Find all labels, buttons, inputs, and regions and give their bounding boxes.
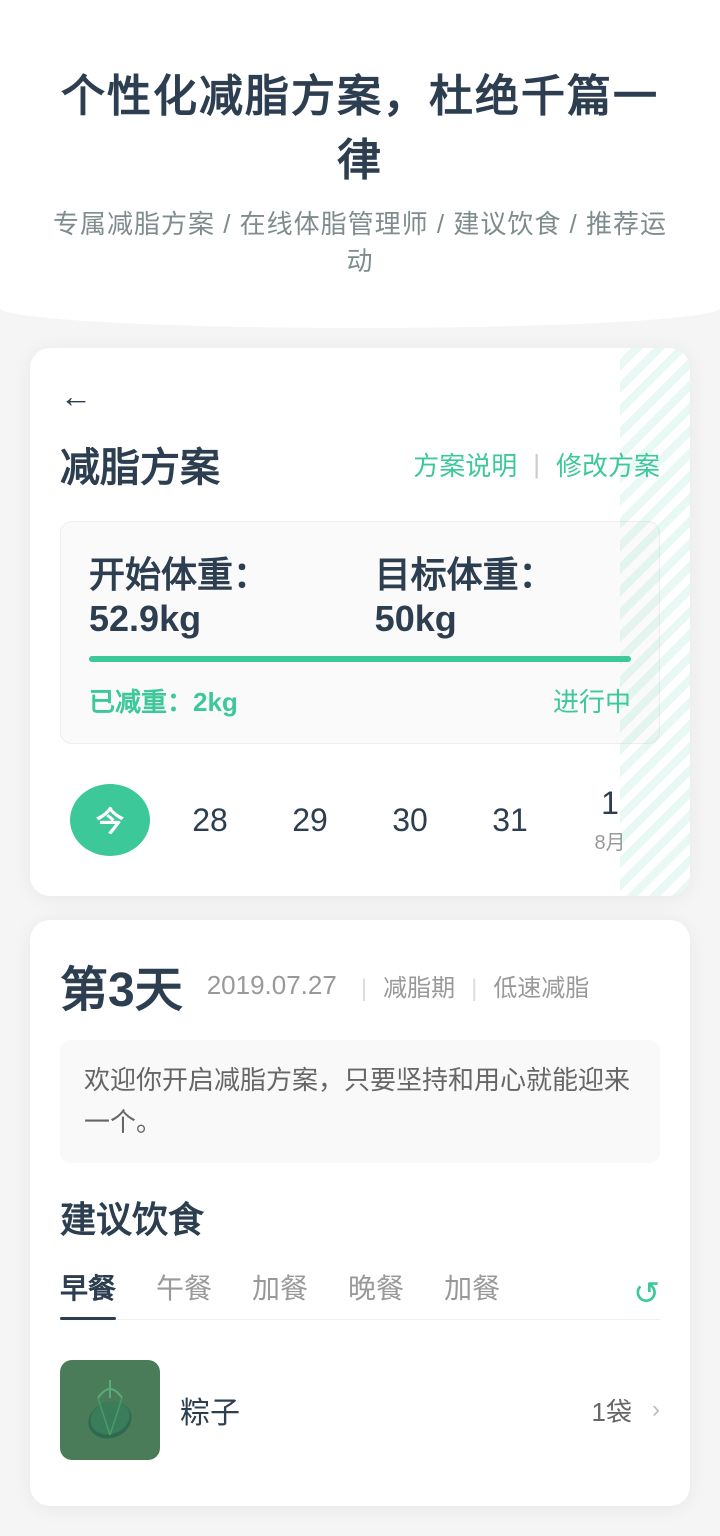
day-section: 第3天 2019.07.27 减脂期 低速减脂 欢迎你开启减脂方案，只要坚持和用… xyxy=(30,920,690,1506)
calendar-day-30[interactable]: 30 xyxy=(370,802,450,839)
start-weight: 开始体重：52.9kg xyxy=(89,546,375,640)
weight-info-box: 开始体重：52.9kg 目标体重：50kg 已减重：2kg 进行中 xyxy=(60,521,660,744)
calendar-day-28[interactable]: 28 xyxy=(170,802,250,839)
day-date: 2019.07.27 xyxy=(207,970,337,1001)
actions-divider: | xyxy=(533,449,540,480)
calendar-day-29[interactable]: 29 xyxy=(270,802,350,839)
tab-breakfast[interactable]: 早餐 xyxy=(60,1267,116,1319)
diet-section-title: 建议饮食 xyxy=(60,1191,660,1243)
tab-dinner[interactable]: 晚餐 xyxy=(348,1267,404,1319)
zongzi-icon xyxy=(70,1370,150,1450)
plan-card: ← 减脂方案 方案说明 | 修改方案 开始体重：52.9kg 目标体重：50kg xyxy=(30,348,690,896)
weight-lost: 已减重：2kg xyxy=(89,682,238,719)
food-name: 粽子 xyxy=(180,1388,572,1432)
card-header: 减脂方案 方案说明 | 修改方案 xyxy=(60,435,660,493)
progress-bar xyxy=(89,656,631,662)
page-header: 个性化减脂方案，杜绝千篇一律 专属减脂方案 / 在线体脂管理师 / 建议饮食 /… xyxy=(0,0,720,308)
day-tags: 减脂期 低速减脂 xyxy=(361,968,589,1003)
card-title: 减脂方案 xyxy=(60,435,220,493)
calendar-today[interactable]: 今 xyxy=(70,784,150,856)
tab-snack2[interactable]: 加餐 xyxy=(444,1267,500,1319)
page-title: 个性化减脂方案，杜绝千篇一律 xyxy=(40,60,680,188)
explain-button[interactable]: 方案说明 xyxy=(413,446,517,483)
day-header: 第3天 2019.07.27 减脂期 低速减脂 xyxy=(60,950,660,1020)
day-message: 欢迎你开启减脂方案，只要坚持和用心就能迎来一个。 xyxy=(60,1040,660,1163)
day-tag-period: 减脂期 xyxy=(361,968,455,1003)
calendar-day-31[interactable]: 31 xyxy=(470,802,550,839)
food-arrow-icon[interactable]: › xyxy=(652,1396,660,1424)
page-subtitle: 专属减脂方案 / 在线体脂管理师 / 建议饮食 / 推荐运动 xyxy=(40,204,680,278)
weight-row: 开始体重：52.9kg 目标体重：50kg xyxy=(89,546,631,640)
day-tag-speed: 低速减脂 xyxy=(471,968,589,1003)
food-qty: 1袋 xyxy=(592,1392,632,1429)
main-content: ← 减脂方案 方案说明 | 修改方案 开始体重：52.9kg 目标体重：50kg xyxy=(0,308,720,1536)
food-thumbnail xyxy=(60,1360,160,1460)
tab-lunch[interactable]: 午餐 xyxy=(156,1267,212,1319)
tab-snack1[interactable]: 加餐 xyxy=(252,1267,308,1319)
weight-status-row: 已减重：2kg 进行中 xyxy=(89,682,631,719)
back-button[interactable]: ← xyxy=(60,378,92,415)
meal-tabs: 早餐 午餐 加餐 晚餐 加餐 ↺ xyxy=(60,1267,660,1320)
day-number: 第3天 xyxy=(60,950,183,1020)
food-item-zongzi[interactable]: 粽子 1袋 › xyxy=(60,1344,660,1476)
target-weight: 目标体重：50kg xyxy=(375,546,631,640)
calendar-strip: 今 28 29 30 31 1 8月 xyxy=(60,774,660,866)
